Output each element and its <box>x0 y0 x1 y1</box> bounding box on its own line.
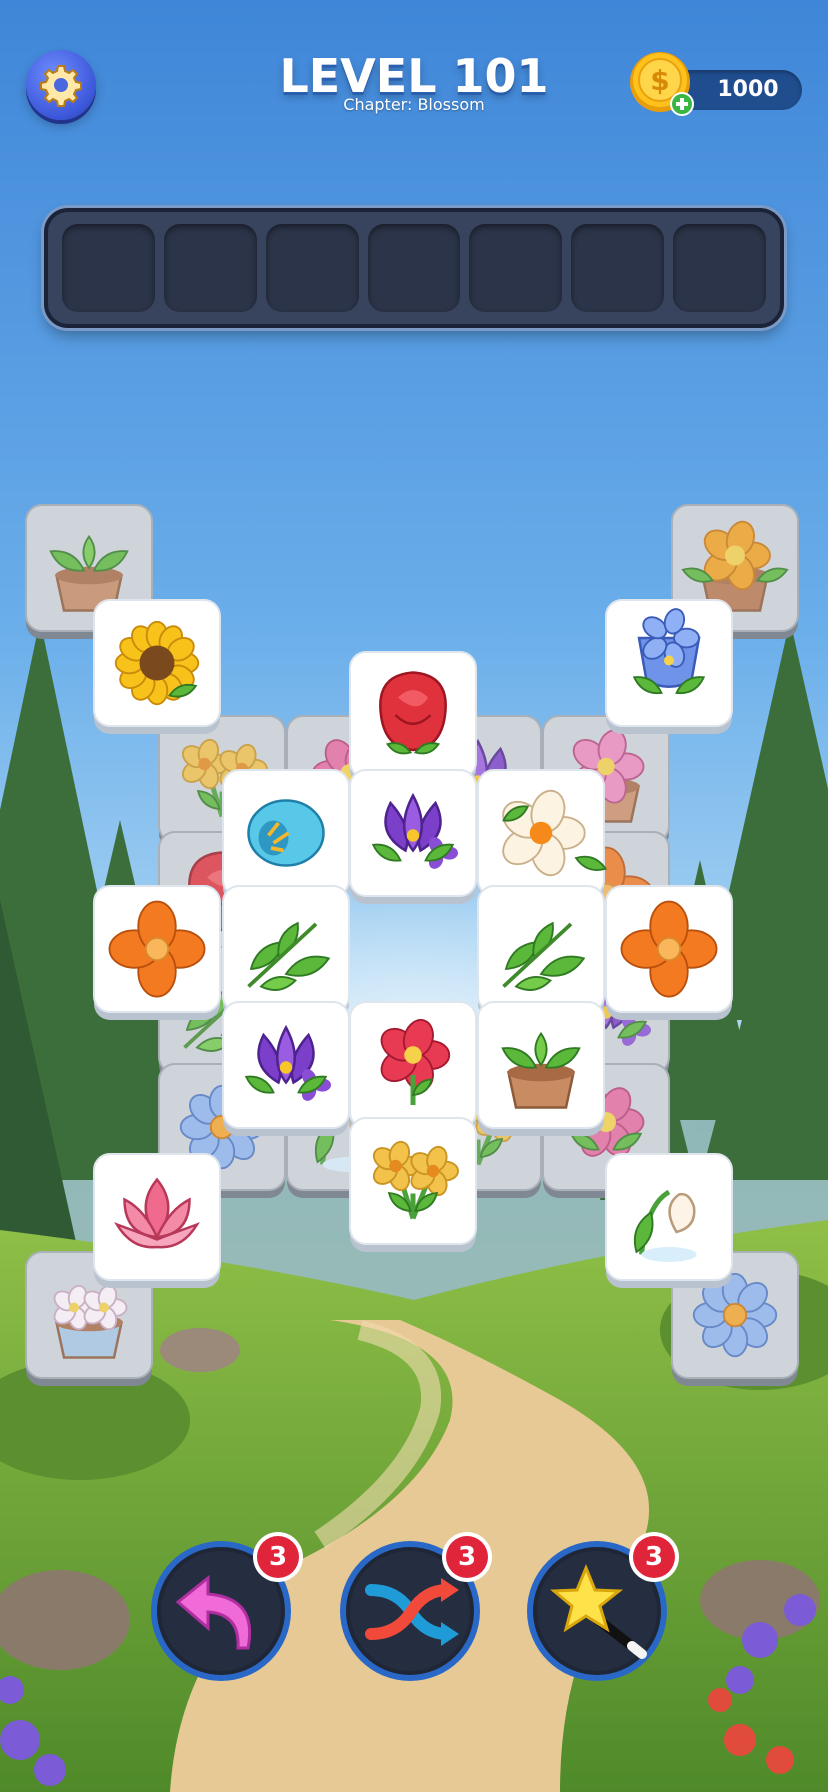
undo-booster-button[interactable]: 3 <box>148 1532 303 1684</box>
tile-orange-flower[interactable] <box>93 885 221 1020</box>
tile-purple-crocus[interactable] <box>222 1001 350 1136</box>
tray-slot <box>163 224 257 312</box>
magic-booster-button[interactable]: 3 <box>524 1532 679 1684</box>
tile-orange-flower[interactable] <box>605 885 733 1020</box>
shuffle-booster-button[interactable]: 3 <box>337 1532 492 1684</box>
tile-white-bulb[interactable] <box>605 1153 733 1288</box>
tile-green-leaves[interactable] <box>222 885 350 1020</box>
coin-amount: 1000 <box>717 77 779 102</box>
tile-red-rose[interactable] <box>349 651 477 786</box>
tray-slot <box>265 224 359 312</box>
tray-slot <box>367 224 461 312</box>
dollar-coin-icon: $ <box>630 52 694 116</box>
blue-bud-icon <box>247 799 325 867</box>
tile-yellow-daffodils[interactable] <box>349 1117 477 1252</box>
svg-text:$: $ <box>650 64 669 97</box>
booster-count: 3 <box>268 1542 288 1572</box>
tile-green-leaves[interactable] <box>477 885 605 1020</box>
tile-purple-crocus[interactable] <box>349 769 477 904</box>
tray-slot <box>673 224 767 312</box>
tile-blue-bellflower[interactable] <box>605 599 733 734</box>
tile-blue-bud[interactable] <box>222 769 350 904</box>
tile-sunflower[interactable] <box>93 599 221 734</box>
tray-slot <box>62 224 155 312</box>
tile-pink-lotus[interactable] <box>93 1153 221 1288</box>
settings-button[interactable] <box>26 50 96 120</box>
booster-count: 3 <box>644 1542 664 1572</box>
tray-slot <box>469 224 563 312</box>
red-rose-icon <box>379 671 447 755</box>
collection-tray <box>44 208 784 328</box>
gear-icon <box>40 65 82 107</box>
tile-red-poppy[interactable] <box>349 1001 477 1136</box>
white-flower-pot-icon <box>53 1284 128 1359</box>
tile-potted-sprout[interactable] <box>477 1001 605 1136</box>
tile-white-flower[interactable] <box>477 769 608 904</box>
plus-icon[interactable] <box>670 92 694 116</box>
tray-slot <box>571 224 665 312</box>
chapter-subtitle: Chapter: Blossom <box>343 95 485 114</box>
booster-count: 3 <box>457 1542 477 1572</box>
